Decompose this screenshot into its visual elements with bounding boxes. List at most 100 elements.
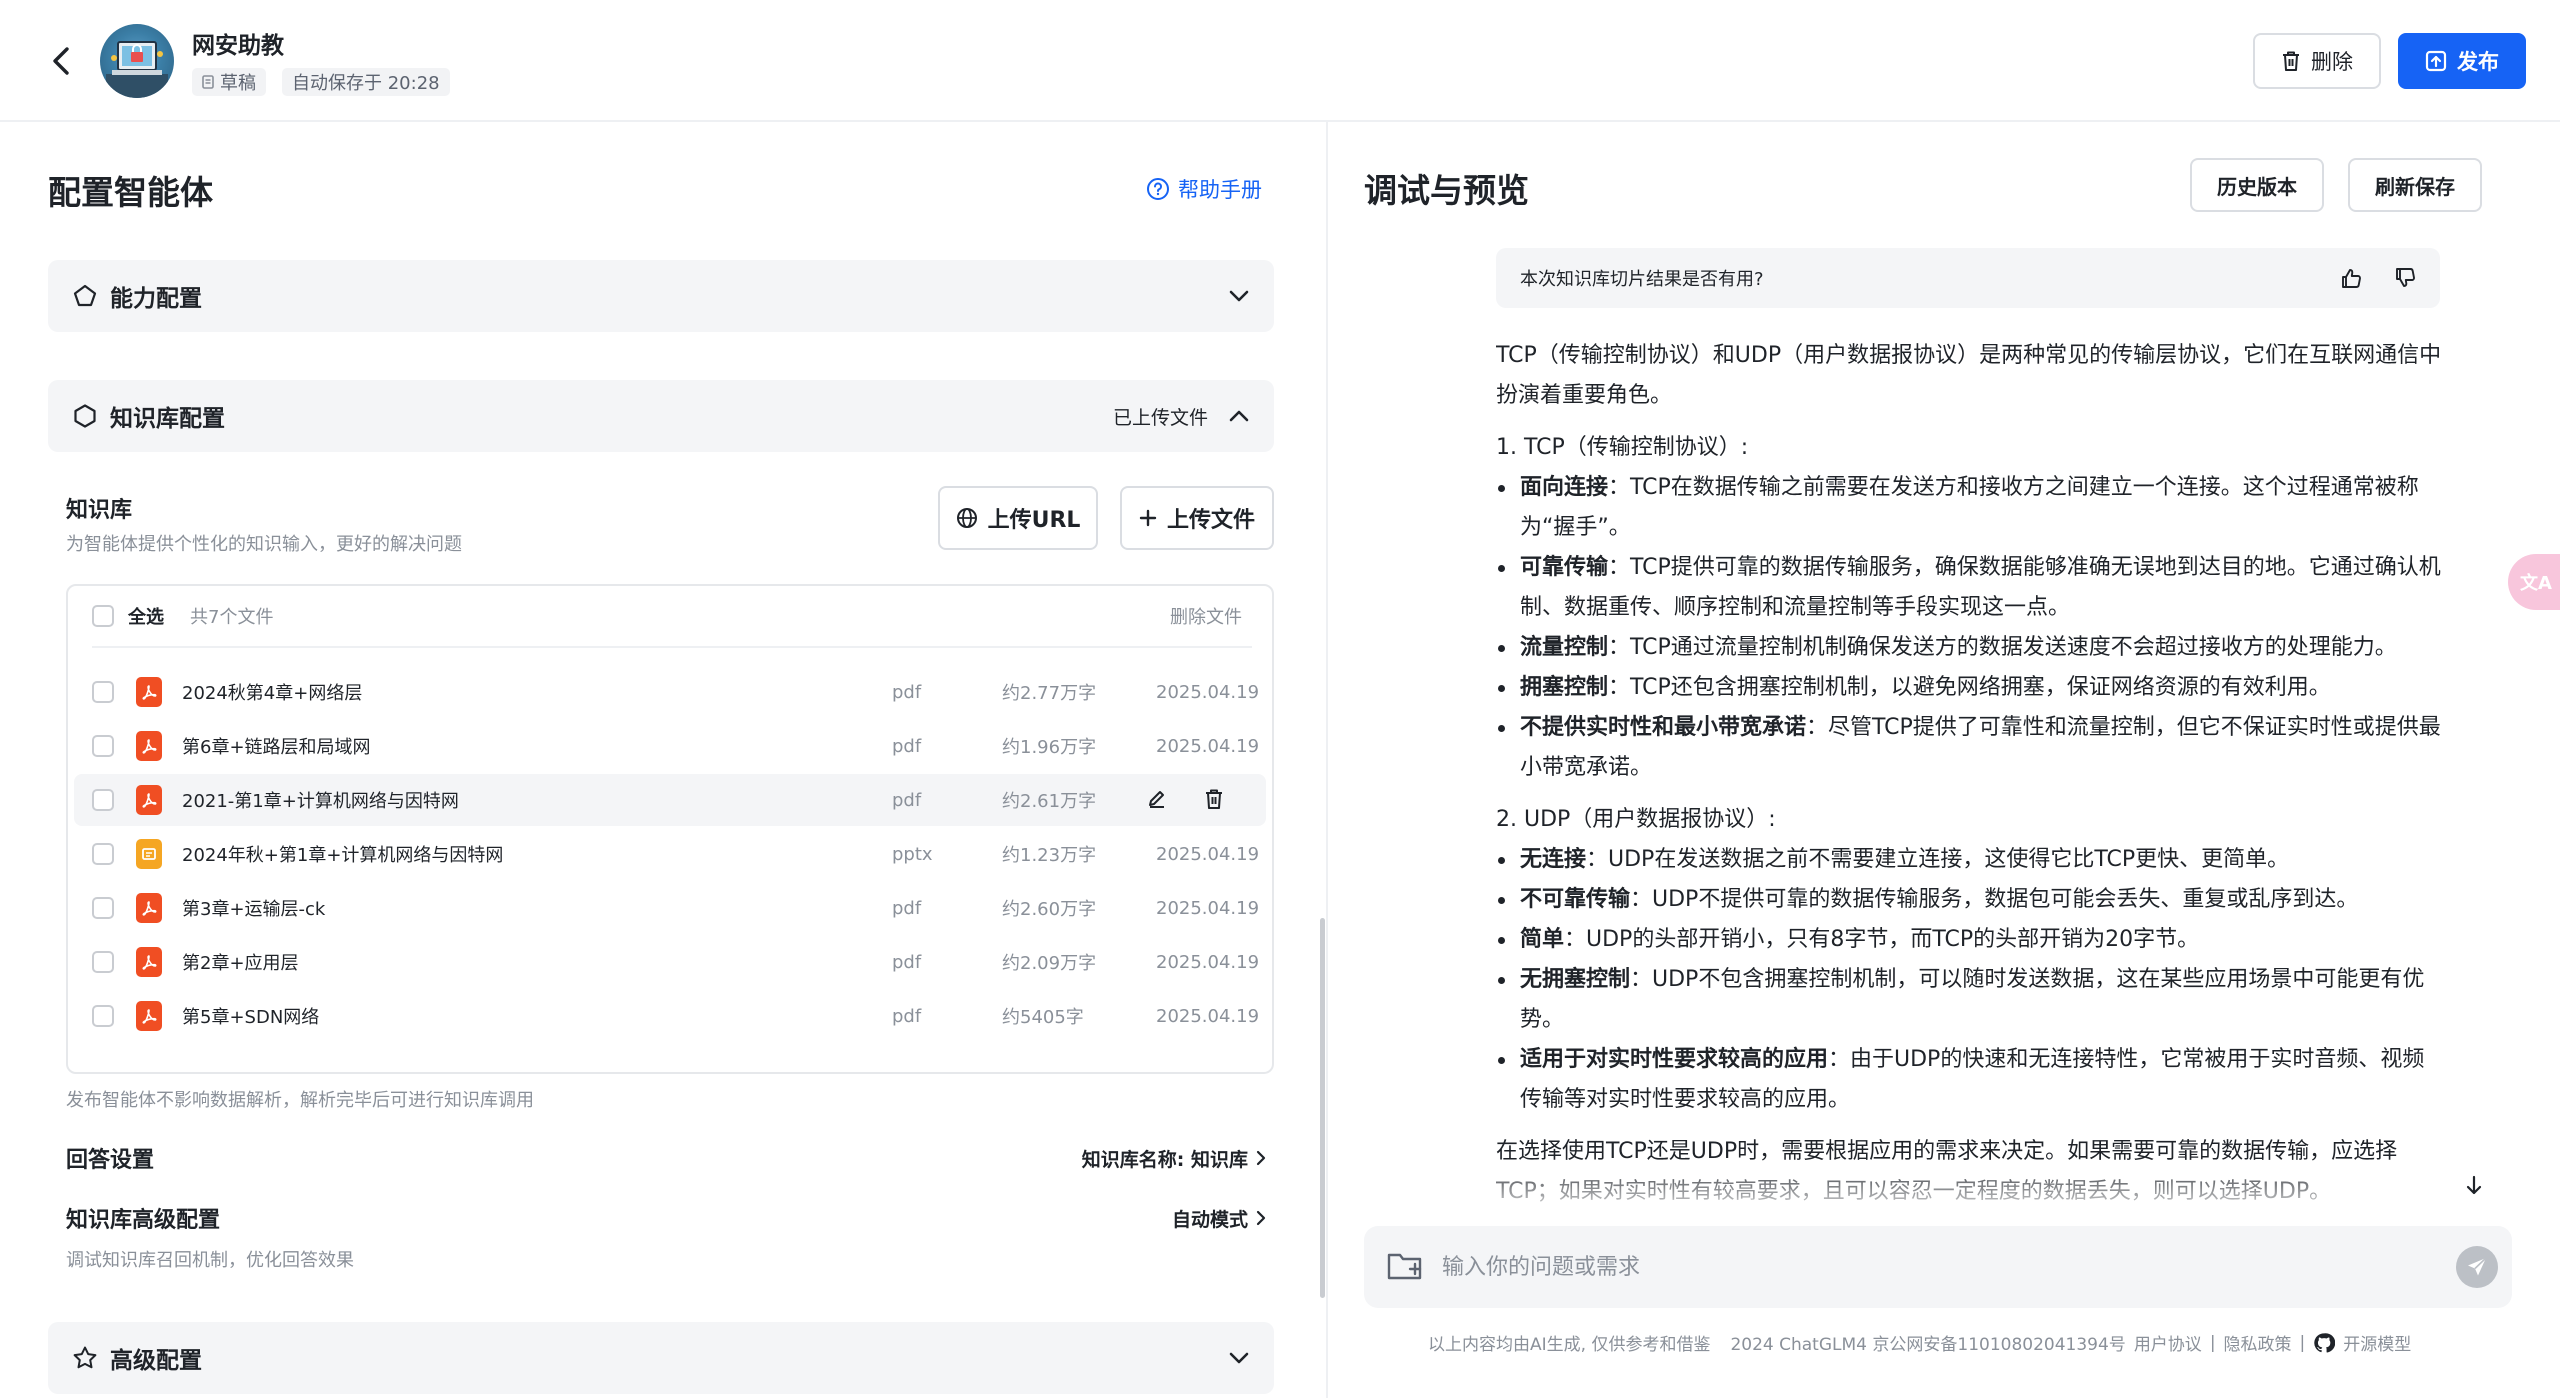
config-title: 配置智能体 bbox=[48, 173, 213, 212]
file-name: 第3章+运输层-ck bbox=[182, 899, 326, 920]
agent-name[interactable]: 网安助教 bbox=[192, 26, 284, 60]
thumbs-up-icon[interactable] bbox=[2340, 267, 2362, 289]
trash-icon bbox=[2283, 51, 2299, 71]
back-button[interactable] bbox=[44, 44, 78, 78]
file-type: pdf bbox=[892, 1005, 922, 1027]
file-checkbox[interactable] bbox=[92, 843, 114, 865]
capability-section[interactable]: 能力配置 bbox=[48, 260, 1274, 332]
help-manual-link[interactable]: 帮助手册 bbox=[1146, 174, 1262, 204]
delete-button[interactable]: 删除 bbox=[2253, 33, 2381, 89]
file-row[interactable]: 2024秋第4章+网络层 pdf 约2.77万字 2025.04.19 bbox=[74, 666, 1266, 718]
item-desc: ：UDP不包含拥塞控制机制，可以随时发送数据，这在某些应用场景中可能更有优势。 bbox=[1520, 967, 2425, 1032]
file-row[interactable]: 第6章+链路层和局域网 pdf 约1.96万字 2025.04.19 bbox=[74, 720, 1266, 772]
tcp-heading: 1. TCP（传输控制协议）: bbox=[1496, 435, 1749, 460]
folder-icon[interactable] bbox=[1386, 1250, 1424, 1282]
item-term: 适用于对实时性要求较高的应用 bbox=[1520, 1047, 1829, 1072]
thumbs-down-icon[interactable] bbox=[2394, 267, 2416, 289]
file-name: 2021-第1章+计算机网络与因特网 bbox=[182, 791, 459, 812]
hexagon-icon bbox=[74, 404, 96, 428]
file-row[interactable]: 2021-第1章+计算机网络与因特网 pdf 约2.61万字 bbox=[74, 774, 1266, 826]
history-version-button[interactable]: 历史版本 bbox=[2190, 158, 2324, 212]
autosave-badge: 自动保存于 20:28 bbox=[282, 68, 450, 96]
translate-floating-button[interactable]: 文A bbox=[2508, 554, 2560, 610]
refresh-save-button[interactable]: 刷新保存 bbox=[2348, 158, 2482, 212]
chevron-right-icon bbox=[1256, 1210, 1266, 1226]
pdf-file-icon bbox=[136, 1001, 162, 1031]
file-row[interactable]: 第2章+应用层 pdf 约2.09万字 2025.04.19 bbox=[74, 936, 1266, 988]
kb-advanced-value[interactable]: 自动模式 bbox=[1172, 1205, 1266, 1232]
file-checkbox[interactable] bbox=[92, 735, 114, 757]
panel-divider[interactable] bbox=[1326, 122, 1328, 1398]
user-agreement-link[interactable]: 用户协议 bbox=[2134, 1330, 2202, 1355]
item-term: 不可靠传输 bbox=[1520, 887, 1631, 912]
item-term: 面向连接 bbox=[1520, 475, 1609, 500]
advanced-section[interactable]: 高级配置 bbox=[48, 1322, 1274, 1394]
file-size: 约2.61万字 bbox=[1002, 791, 1097, 812]
file-row[interactable]: 2024年秋+第1章+计算机网络与因特网 pptx 约1.23万字 2025.04.1… bbox=[74, 828, 1266, 880]
answer-message: TCP（传输控制协议）和UDP（用户数据报协议）是两种常见的传输层协议，它们在互… bbox=[1496, 336, 2446, 1216]
left-scrollbar[interactable] bbox=[1320, 918, 1325, 1298]
plus-icon bbox=[1139, 509, 1157, 527]
file-type: pdf bbox=[892, 789, 922, 811]
publish-label: 发布 bbox=[2457, 50, 2499, 74]
file-checkbox[interactable] bbox=[92, 897, 114, 919]
file-checkbox[interactable] bbox=[92, 681, 114, 703]
item-term: 拥塞控制 bbox=[1520, 675, 1609, 700]
translate-icon: 文A bbox=[2520, 573, 2552, 594]
knowledge-status: 已上传文件 bbox=[1112, 406, 1208, 429]
document-icon bbox=[202, 75, 214, 89]
copyright: 2024 ChatGLM4 京公网安备11010802041394号 bbox=[1730, 1335, 2126, 1355]
item-term: 无拥塞控制 bbox=[1520, 967, 1631, 992]
file-row[interactable]: 第5章+SDN网络 pdf 约5405字 2025.04.19 bbox=[74, 990, 1266, 1042]
open-model-link[interactable]: 开源模型 bbox=[2343, 1330, 2411, 1355]
publish-button[interactable]: 发布 bbox=[2398, 33, 2526, 89]
file-checkbox[interactable] bbox=[92, 1005, 114, 1027]
file-type: pptx bbox=[892, 843, 933, 865]
privacy-policy-link[interactable]: 隐私政策 bbox=[2224, 1330, 2292, 1355]
chat-input[interactable] bbox=[1442, 1244, 2382, 1290]
answer-settings-label: 回答设置 bbox=[66, 1148, 155, 1173]
delete-files-button[interactable]: 删除文件 bbox=[1170, 603, 1242, 629]
file-checkbox[interactable] bbox=[92, 789, 114, 811]
file-row[interactable]: 第3章+运输层-ck pdf 约2.60万字 2025.04.19 bbox=[74, 882, 1266, 934]
top-bar: 网安助教 草稿 自动保存于 20:28 删除 发布 bbox=[0, 0, 2560, 122]
preview-title: 调试与预览 bbox=[1364, 171, 1529, 210]
answer-settings-value[interactable]: 知识库名称: 知识库 bbox=[1082, 1145, 1266, 1172]
edit-file-button[interactable] bbox=[1146, 788, 1168, 814]
chevron-up-icon[interactable] bbox=[1228, 409, 1250, 423]
chevron-down-icon[interactable] bbox=[1228, 1351, 1250, 1365]
kb-advanced-row[interactable]: 知识库高级配置 自动模式 bbox=[66, 1202, 1266, 1234]
upload-box-icon bbox=[2425, 50, 2447, 72]
upload-url-button[interactable]: 上传URL bbox=[938, 486, 1098, 550]
chevron-down-icon[interactable] bbox=[1228, 289, 1250, 303]
pencil-icon bbox=[1149, 791, 1164, 808]
select-all-label[interactable]: 全选 bbox=[128, 603, 164, 629]
tcp-list: 面向连接：TCP在数据传输之前需要在发送方和接收方之间建立一个连接。这个过程通常… bbox=[1496, 468, 2446, 788]
delete-label: 删除 bbox=[2311, 50, 2353, 74]
footer: 以上内容均由AI生成, 仅供参考和借鉴 2024 ChatGLM4 京公网安备1… bbox=[1428, 1330, 2411, 1356]
file-size: 约1.23万字 bbox=[1002, 845, 1097, 866]
file-list-header: 全选 共7个文件 删除文件 bbox=[92, 586, 1252, 648]
item-desc: ：UDP的头部开销小，只有8字节，而TCP的头部开销为20字节。 bbox=[1564, 927, 2200, 952]
file-checkbox[interactable] bbox=[92, 951, 114, 973]
scroll-to-bottom-button[interactable] bbox=[2452, 1164, 2496, 1208]
answer-settings-row[interactable]: 回答设置 知识库名称: 知识库 bbox=[66, 1142, 1266, 1174]
select-all-checkbox[interactable] bbox=[92, 605, 114, 627]
item-term: 不提供实时性和最小带宽承诺 bbox=[1520, 715, 1807, 740]
send-button[interactable] bbox=[2456, 1246, 2498, 1288]
delete-file-button[interactable] bbox=[1204, 788, 1224, 814]
answer-list-item: 面向连接：TCP在数据传输之前需要在发送方和接收方之间建立一个连接。这个过程通常… bbox=[1496, 468, 2446, 548]
upload-file-label: 上传文件 bbox=[1166, 508, 1255, 533]
file-type: pdf bbox=[892, 735, 922, 757]
file-date: 2025.04.19 bbox=[1156, 951, 1260, 973]
file-size: 约2.77万字 bbox=[1002, 683, 1097, 704]
pentagon-icon bbox=[73, 284, 97, 307]
item-desc: ：TCP在数据传输之前需要在发送方和接收方之间建立一个连接。这个过程通常被称为“… bbox=[1520, 475, 2419, 540]
answer-list-item: 拥塞控制：TCP还包含拥塞控制机制，以避免网络拥塞，保证网络资源的有效利用。 bbox=[1496, 668, 2446, 708]
item-desc: ：TCP提供可靠的数据传输服务，确保数据能够准确无误地到达目的地。它通过确认机制… bbox=[1520, 555, 2441, 620]
upload-file-button[interactable]: 上传文件 bbox=[1120, 486, 1274, 550]
pdf-file-icon bbox=[136, 785, 162, 815]
knowledge-section[interactable]: 知识库配置 已上传文件 bbox=[48, 380, 1274, 452]
agent-avatar[interactable] bbox=[100, 24, 174, 98]
file-count: 共7个文件 bbox=[190, 607, 274, 628]
